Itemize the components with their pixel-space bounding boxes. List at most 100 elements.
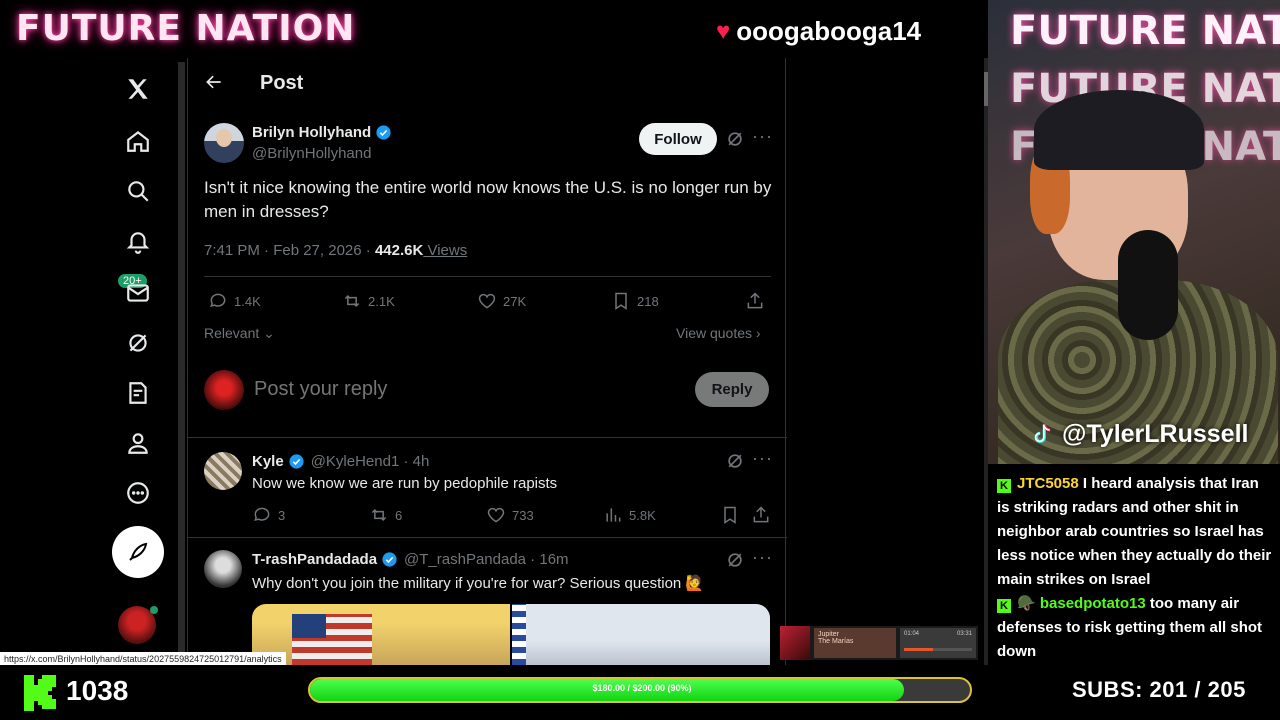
view-quotes-label: View quotes — [676, 325, 753, 341]
notifications-icon[interactable] — [119, 223, 157, 261]
comment-reply-action[interactable]: 3 — [252, 505, 285, 525]
post-column: Post Brilyn Hollyhand @BrilynHollyhand F… — [187, 58, 787, 665]
author-name[interactable]: Brilyn Hollyhand — [252, 124, 392, 141]
repost-icon — [371, 508, 387, 522]
profile-icon[interactable] — [119, 424, 157, 462]
views-link[interactable]: Views — [423, 242, 467, 259]
author-handle[interactable]: @BrilynHollyhand — [252, 145, 371, 162]
comment-avatar[interactable] — [204, 452, 242, 490]
analytics-icon — [606, 508, 621, 522]
chat-username: 🪖 basedpotato13 — [1017, 595, 1146, 612]
track-progress: 01:04 03:31 — [900, 628, 976, 658]
divider — [204, 276, 771, 277]
cam-background-text: FUTURE NATION — [1010, 8, 1280, 54]
views-count: 442.6K — [374, 242, 424, 259]
bookmark-action[interactable]: 218 — [611, 291, 659, 311]
microphone — [1118, 230, 1178, 340]
comment-bookmark-action[interactable] — [720, 505, 740, 525]
status-url: https://x.com/BrilynHollyhand/status/202… — [0, 652, 286, 666]
reply-action[interactable]: 1.4K — [208, 291, 261, 311]
back-button[interactable] — [204, 72, 228, 96]
divider — [188, 437, 787, 438]
author-name-text: Brilyn Hollyhand — [252, 124, 372, 141]
drafts-icon[interactable] — [119, 374, 157, 412]
comment-media[interactable] — [252, 604, 770, 665]
comment-author[interactable]: Kyle @KyleHend1 · 4h — [252, 453, 429, 470]
comment-author[interactable]: T-rashPandadada @T_rashPandada · 16m — [252, 551, 569, 568]
tweet-timestamp[interactable]: 7:41 PM · Feb 27, 2026 · — [204, 242, 375, 259]
grok-icon[interactable] — [119, 324, 157, 362]
author-avatar[interactable] — [204, 123, 244, 163]
tiktok-icon — [1034, 423, 1051, 443]
webcam-feed: FUTURE NATION FUTURE NATION FUTURE NATIO… — [988, 0, 1280, 464]
more-icon[interactable]: ··· — [752, 449, 772, 471]
comment-views-action[interactable]: 5.8K — [603, 505, 656, 525]
comment-like-action[interactable]: 733 — [486, 505, 534, 525]
album-art — [780, 626, 810, 660]
reply-avatar — [204, 370, 244, 410]
chevron-right-icon: › — [755, 325, 761, 341]
comment-author-name: Kyle — [252, 453, 284, 470]
grok-explain-icon[interactable] — [725, 129, 745, 149]
sort-dropdown[interactable]: Relevant ⌄ — [204, 325, 275, 342]
bookmark-icon — [724, 506, 736, 524]
tweet-meta: 7:41 PM · Feb 27, 2026 · 442.6K Views — [204, 242, 467, 259]
view-quotes-link[interactable]: View quotes › — [676, 325, 761, 341]
bookmark-icon — [615, 292, 627, 310]
follow-button[interactable]: Follow — [639, 123, 717, 155]
more-icon[interactable]: ··· — [752, 127, 772, 149]
reply-count: 1.4K — [234, 293, 261, 309]
chat-message: K JTC5058 I heard analysis that Iran is s… — [997, 472, 1272, 592]
media-image-flag[interactable] — [252, 604, 510, 665]
viewer-name: ooogabooga14 — [736, 16, 922, 46]
repost-count: 2.1K — [368, 293, 395, 309]
x-logo-icon[interactable] — [119, 70, 157, 108]
comment-like-count: 733 — [512, 507, 534, 523]
comment-repost-action[interactable]: 6 — [369, 505, 402, 525]
reply-input[interactable] — [254, 378, 674, 401]
back-arrow-icon — [206, 75, 221, 89]
comment-text: Why don't you join the military if you'r… — [252, 575, 705, 592]
streamer — [998, 80, 1278, 464]
online-indicator — [150, 606, 158, 614]
comment-share-action[interactable] — [751, 505, 771, 525]
track-progress-fill — [904, 648, 933, 651]
tweet-text: Isn't it nice knowing the entire world n… — [204, 178, 772, 221]
comment-handle: @T_rashPandada · 16m — [404, 551, 569, 568]
reply-button[interactable]: Reply — [695, 372, 769, 407]
chevron-down-icon: ⌄ — [263, 325, 275, 341]
track-title: Jupiter — [818, 631, 840, 638]
left-scrollbar[interactable] — [178, 62, 185, 662]
sort-label: Relevant — [204, 325, 260, 341]
grok-explain-icon[interactable] — [725, 550, 745, 570]
track-info: Jupiter The Marías — [814, 628, 896, 658]
like-count: 27K — [503, 293, 527, 309]
grok-explain-icon[interactable] — [725, 451, 745, 471]
media-image-ship[interactable] — [512, 604, 770, 665]
compose-post-button[interactable] — [112, 526, 164, 578]
kick-badge-icon: K — [997, 479, 1011, 493]
search-icon[interactable] — [119, 172, 157, 210]
page-title: Post — [260, 72, 304, 94]
more-options-icon[interactable] — [119, 474, 157, 512]
music-player: Jupiter The Marías 01:04 03:31 — [780, 626, 978, 660]
bookmark-count: 218 — [637, 293, 659, 309]
kick-logo-icon — [24, 675, 56, 711]
track-elapsed: 01:04 — [904, 631, 920, 637]
x-browser-capture: 20+ Post Brilyn Hollyhand @BrilynHollyha… — [0, 58, 988, 665]
like-action[interactable]: 27K — [477, 291, 526, 311]
comment-avatar[interactable] — [204, 550, 242, 588]
repost-action[interactable]: 2.1K — [342, 291, 395, 311]
messages-icon[interactable] — [119, 274, 157, 312]
divider — [188, 537, 787, 538]
home-icon[interactable] — [119, 122, 157, 160]
comment-views-count: 5.8K — [629, 507, 656, 523]
more-icon[interactable]: ··· — [752, 548, 772, 570]
chat-message: K 🪖 basedpotato13 too many air defenses t… — [997, 592, 1272, 664]
heart-outline-icon — [478, 293, 496, 309]
share-action[interactable] — [745, 291, 765, 311]
verified-badge-icon — [382, 552, 397, 567]
comment-repost-count: 6 — [395, 507, 403, 523]
kick-badge-icon: K — [997, 599, 1011, 613]
donation-goal-bar: $180.00 / $200.00 (90%) — [308, 677, 972, 703]
